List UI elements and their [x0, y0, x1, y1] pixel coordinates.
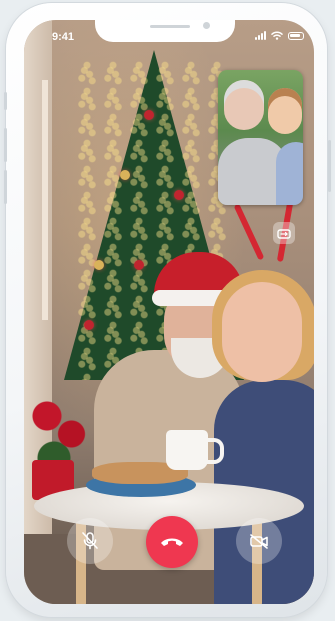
phone-hangup-icon [161, 538, 183, 546]
phone-notch [95, 20, 235, 42]
person-woman-head [222, 282, 302, 382]
switch-camera-button[interactable] [273, 222, 295, 244]
call-controls [0, 516, 335, 572]
side-button-silent [4, 92, 7, 110]
pip-person-body [276, 142, 303, 205]
side-button-power [328, 140, 331, 192]
side-button-volume-down [4, 170, 7, 204]
coffee-mug-handle [204, 438, 224, 464]
front-camera [203, 22, 210, 29]
signal-icon [255, 31, 266, 40]
coffee-mug [166, 430, 208, 470]
end-call-button[interactable] [146, 516, 198, 568]
battery-icon [288, 31, 304, 40]
status-icons [255, 31, 304, 40]
self-view-pip[interactable] [218, 70, 303, 205]
wifi-icon [271, 31, 283, 40]
ornament [84, 320, 94, 330]
status-time: 9:41 [52, 31, 75, 43]
background-door-trim [42, 80, 48, 320]
camera-switch-icon [277, 229, 291, 239]
ornament [94, 260, 104, 270]
ornament [120, 170, 130, 180]
earpiece-speaker [150, 25, 190, 28]
ornament [174, 190, 184, 200]
side-button-volume-up [4, 128, 7, 162]
ornament [134, 260, 144, 270]
pip-person-head [268, 88, 302, 134]
ornament [144, 110, 154, 120]
video-off-icon [250, 534, 268, 549]
video-toggle-button[interactable] [236, 518, 282, 564]
mic-off-icon [82, 532, 98, 550]
mute-button[interactable] [67, 518, 113, 564]
pip-person-head [224, 80, 264, 130]
